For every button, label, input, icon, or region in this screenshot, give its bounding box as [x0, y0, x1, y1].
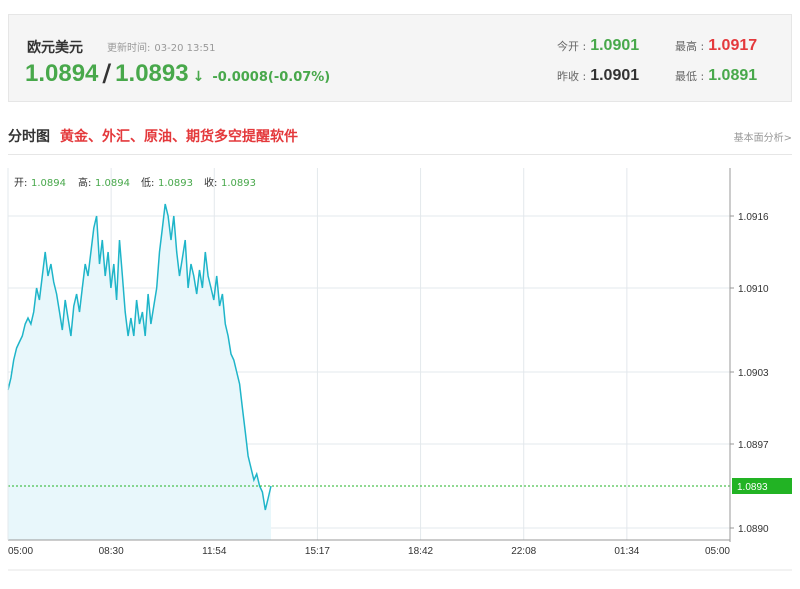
ohlc-open-label: 开: [14, 178, 27, 189]
x-tick-label: 01:34 [614, 546, 639, 557]
current-price-label: 1.0893 [737, 482, 768, 493]
x-tick-label: 08:30 [99, 546, 124, 557]
x-tick-label: 05:00 [705, 546, 730, 557]
ohlc-open-value: 1.0894 [31, 178, 66, 189]
y-tick-label: 1.0916 [738, 212, 769, 223]
x-axis-labels: 05:00 08:30 11:54 15:17 18:42 22:08 01:34 05:00 [8, 546, 730, 557]
ohlc-high-value: 1.0894 [95, 178, 130, 189]
y-tick-label: 1.0903 [738, 368, 769, 379]
x-tick-label: 18:42 [408, 546, 433, 557]
ohlc-low-value: 1.0893 [158, 178, 193, 189]
y-tick-label: 1.0897 [738, 440, 769, 451]
y-tick-label: 1.0910 [738, 284, 769, 295]
ohlc-low-label: 低: [141, 176, 154, 189]
x-tick-label: 15:17 [305, 546, 330, 557]
current-price-marker: 1.0893 [732, 478, 792, 494]
x-tick-label: 22:08 [511, 546, 536, 557]
ohlc-close-value: 1.0893 [221, 178, 256, 189]
x-tick-label: 05:00 [8, 546, 33, 557]
price-area [8, 204, 271, 540]
intraday-chart: 1.0916 1.0910 1.0903 1.0897 1.0890 05:00 08:3… [7, 168, 792, 571]
x-tick-label: 11:54 [202, 546, 227, 557]
ohlc-readout: 开: 1.0894 高: 1.0894 低: 1.0893 收: 1.0893 [14, 176, 256, 189]
y-tick-label: 1.0890 [738, 524, 769, 535]
ohlc-high-label: 高: [78, 176, 91, 189]
ohlc-close-label: 收: [204, 176, 217, 189]
